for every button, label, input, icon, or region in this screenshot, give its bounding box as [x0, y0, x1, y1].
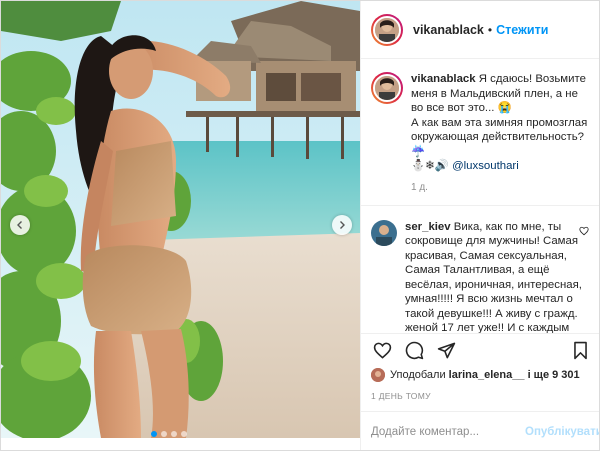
caption-text-2: А как вам эта зимняя промозглая окружающ… [411, 116, 588, 144]
avatar-image [373, 15, 401, 44]
carousel-dot [181, 431, 187, 437]
likes-count[interactable]: і ще 9 301 [528, 369, 580, 381]
post-header: vikanablack • Стежити [361, 1, 599, 59]
commenter-username[interactable]: ser_kiev [405, 221, 451, 233]
carousel-next-button[interactable] [332, 215, 352, 235]
commenter-avatar[interactable] [371, 219, 397, 246]
instagram-post: vikanablack • Стежити vikanablack Я сдаю… [0, 0, 600, 451]
author-username[interactable]: vikanablack [413, 23, 484, 37]
share-button[interactable] [435, 340, 457, 362]
liker-username[interactable]: larina_elena__ [449, 369, 525, 381]
chevron-left-icon [17, 221, 22, 229]
post-photo[interactable] [1, 1, 360, 438]
add-comment-bar: Опублікувати [361, 411, 599, 450]
bookmark-icon [573, 341, 587, 360]
avatar-image [371, 219, 397, 246]
post-caption: vikanablack Я сдаюсь! Возьмите меня в Ма… [361, 72, 599, 206]
beach-photo [1, 1, 360, 438]
like-button[interactable] [371, 340, 393, 362]
caption-time[interactable]: 1 д. [411, 182, 591, 193]
comment-text: ser_kiev Вика, как по мне, ты сокровище … [405, 220, 591, 334]
avatar-image [373, 74, 401, 102]
carousel-dot [161, 431, 167, 437]
comment-button[interactable] [403, 340, 425, 362]
carousel-prev-button[interactable] [10, 215, 30, 235]
separator-dot: • [487, 22, 493, 37]
save-button[interactable] [569, 340, 591, 362]
carousel-dot [171, 431, 177, 437]
follow-button[interactable]: Стежити [496, 23, 548, 37]
post-date[interactable]: 1 ДЕНЬ ТОМУ [371, 391, 431, 401]
publish-button[interactable]: Опублікувати [525, 426, 599, 438]
caption-text: vikanablack Я сдаюсь! Возьмите меня в Ма… [411, 72, 591, 174]
chevron-right-icon [340, 221, 345, 229]
comments-list[interactable]: vikanablack Я сдаюсь! Возьмите меня в Ма… [361, 60, 599, 334]
snow-emojis: ⛄❄🔊 [411, 160, 449, 172]
comment-input[interactable] [371, 426, 525, 438]
comment-like-icon[interactable] [579, 226, 589, 236]
comment-item: ser_kiev Вика, как по мне, ты сокровище … [371, 219, 591, 334]
post-side-panel: vikanablack • Стежити vikanablack Я сдаю… [360, 1, 599, 450]
share-icon [437, 342, 455, 359]
likes-prefix: Уподобали [390, 369, 446, 381]
umbrella-emoji: ☔ [411, 145, 426, 158]
caption-username[interactable]: vikanablack [411, 73, 476, 85]
caption-mention[interactable]: @luxsouthari [452, 160, 519, 172]
carousel-dots [151, 431, 187, 437]
author-avatar[interactable] [371, 13, 403, 46]
likes-summary: Уподобали larina_elena__ і ще 9 301 [371, 368, 580, 382]
comment-body: Вика, как по мне, ты сокровище для мужчи… [405, 220, 582, 334]
comment-icon [405, 341, 423, 360]
caption-avatar[interactable] [371, 72, 403, 104]
heart-icon [373, 342, 391, 359]
crying-emoji: 😭 [497, 102, 512, 114]
carousel-dot [151, 431, 157, 437]
post-actions [361, 333, 599, 367]
liker-avatar[interactable] [371, 368, 385, 382]
